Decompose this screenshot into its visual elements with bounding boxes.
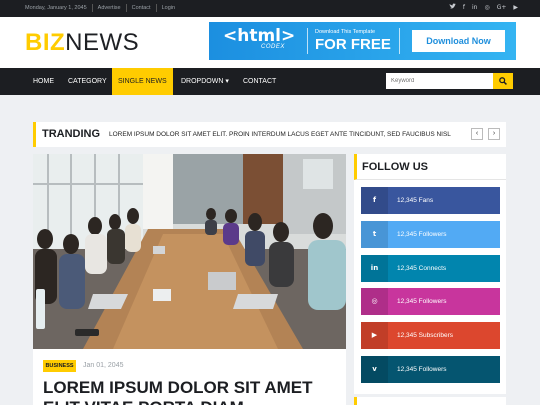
social-count: 12,345 Followers (397, 366, 447, 373)
youtube-icon: ▶ (361, 322, 388, 349)
trending-prev-button[interactable]: ‹ (471, 128, 483, 140)
article-image[interactable] (33, 154, 346, 349)
logo-news: NEWS (65, 29, 140, 56)
top-bar: Monday, January 1, 2045 Advertise Contac… (0, 0, 540, 17)
site-logo[interactable]: BIZNEWS (25, 29, 139, 57)
linkedin-icon: in (361, 255, 388, 282)
contact-link[interactable]: Contact (127, 4, 157, 12)
ad-small-text: Download This Template (315, 29, 376, 35)
header-ad-banner[interactable]: <html> CODEX Download This Template FOR … (209, 22, 516, 60)
trending-bar: TRANDING LOREM IPSUM DOLOR SIT AMET ELIT… (33, 122, 506, 147)
nav-dropdown[interactable]: DROPDOWN ▾ (175, 68, 235, 95)
social-count: 12,345 Followers (397, 231, 447, 238)
nav-category[interactable]: CATEGORY (62, 68, 113, 95)
top-social-icons: f in ◎ G+ ▶ (449, 3, 518, 14)
trending-label: TRANDING (42, 128, 101, 140)
follow-us-header: FOLLOW US (354, 154, 506, 180)
youtube-icon[interactable]: ▶ (513, 3, 518, 14)
logo-biz: BIZ (25, 29, 66, 56)
main-navigation: HOME CATEGORY SINGLE NEWS DROPDOWN ▾ CON… (0, 68, 540, 95)
social-count: 12,345 Connects (397, 265, 447, 272)
social-row-youtube[interactable]: ▶ 12,345 Subscribers (361, 322, 500, 349)
site-header: BIZNEWS <html> CODEX Download This Templ… (0, 17, 540, 68)
nav-home[interactable]: HOME (27, 68, 60, 95)
twitter-icon[interactable] (449, 3, 456, 14)
ad-big-text: FOR FREE (315, 36, 391, 53)
current-date: Monday, January 1, 2045 (25, 4, 93, 12)
featured-article: BUSINESS Jan 01, 2045 LOREM IPSUM DOLOR … (33, 154, 346, 405)
facebook-icon[interactable]: f (463, 3, 465, 14)
login-link[interactable]: Login (157, 4, 180, 12)
social-row-twitter[interactable]: t 12,345 Followers (361, 221, 500, 248)
search-input[interactable] (386, 73, 493, 89)
top-bar-left: Monday, January 1, 2045 Advertise Contac… (25, 4, 180, 12)
linkedin-icon[interactable]: in (472, 3, 477, 14)
article-headline[interactable]: LOREM IPSUM DOLOR SIT AMET ELIT VITAE PO… (43, 378, 343, 405)
social-row-facebook[interactable]: f 12,345 Fans (361, 187, 500, 214)
nav-contact[interactable]: CONTACT (237, 68, 282, 95)
ad-brand: <html> (223, 26, 296, 46)
advertise-link[interactable]: Advertise (93, 4, 127, 12)
facebook-icon: f (361, 187, 388, 214)
follow-us-title: FOLLOW US (362, 161, 428, 173)
nav-single-news[interactable]: SINGLE NEWS (112, 68, 173, 95)
ad-divider (307, 28, 308, 54)
twitter-icon: t (361, 221, 388, 248)
social-row-linkedin[interactable]: in 12,345 Connects (361, 255, 500, 282)
google-plus-icon[interactable]: G+ (497, 3, 507, 14)
search-icon (499, 77, 507, 85)
ad-divider (399, 28, 400, 54)
next-widget-header (354, 397, 506, 405)
follow-us-widget: FOLLOW US f 12,345 Fans t 12,345 Followe… (354, 154, 506, 394)
trending-ticker-text[interactable]: LOREM IPSUM DOLOR SIT AMET ELIT. PROIN I… (109, 122, 464, 147)
social-count: 12,345 Fans (397, 197, 434, 204)
social-count: 12,345 Subscribers (397, 332, 454, 339)
article-category-badge[interactable]: BUSINESS (43, 360, 76, 372)
vimeo-icon: v (361, 356, 388, 383)
trending-next-button[interactable]: › (488, 128, 500, 140)
social-row-vimeo[interactable]: v 12,345 Followers (361, 356, 500, 383)
ad-brand-sub: CODEX (261, 44, 285, 50)
search-button[interactable] (493, 73, 513, 89)
instagram-icon[interactable]: ◎ (484, 3, 489, 14)
social-row-instagram[interactable]: ◎ 12,345 Followers (361, 288, 500, 315)
instagram-icon: ◎ (361, 288, 388, 315)
download-now-button[interactable]: Download Now (412, 30, 505, 52)
social-count: 12,345 Followers (397, 298, 447, 305)
article-date: Jan 01, 2045 (83, 362, 124, 369)
